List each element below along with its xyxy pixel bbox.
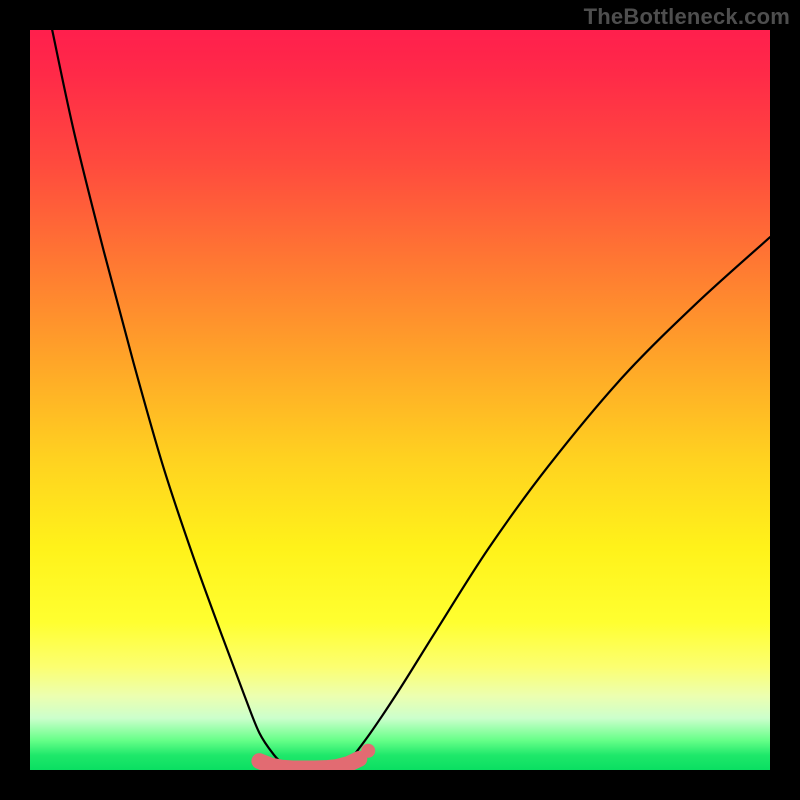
- right-curve-path: [348, 237, 770, 762]
- bottom-markers-stroke: [259, 759, 359, 769]
- watermark-text: TheBottleneck.com: [584, 4, 790, 30]
- bottom-markers-group: [259, 744, 375, 769]
- left-curve-path: [52, 30, 285, 766]
- chart-stage: TheBottleneck.com: [0, 0, 800, 800]
- marker-dot: [361, 744, 375, 758]
- chart-svg: [30, 30, 770, 770]
